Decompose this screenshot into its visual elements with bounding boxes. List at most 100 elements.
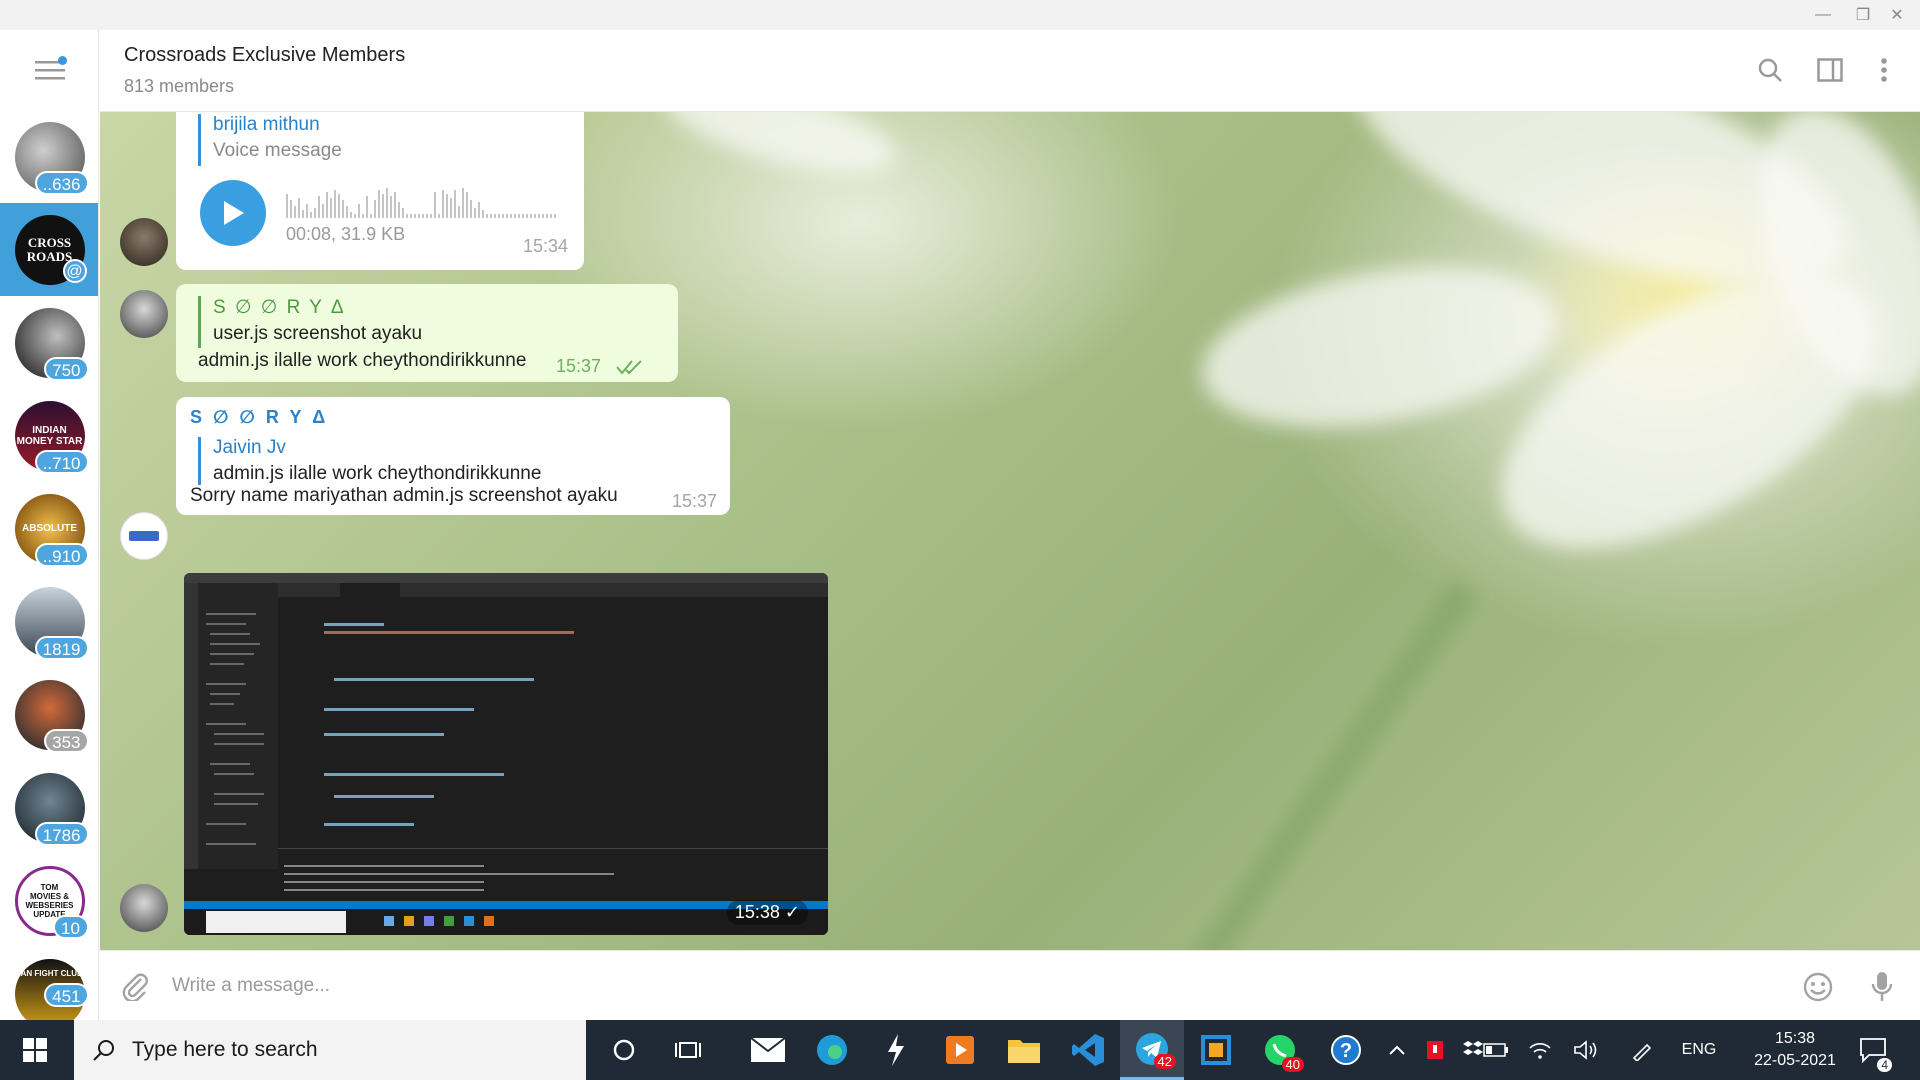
chat-list-item[interactable]: 1819 [0,575,98,668]
reply-sender-name: Jaivin Jv [213,437,286,458]
reply-sender-name: brijila mithun [213,114,320,135]
window-title-bar: — ❐ ✕ [0,0,1920,30]
taskbar-app-whatsapp[interactable]: 40 [1248,1020,1312,1080]
chat-list-item[interactable]: ..636 [0,110,98,203]
avatar: INDIAN MONEY STAR ..710 [14,400,89,474]
reply-preview-text: admin.js ilalle work cheythondirikkunne [213,463,542,484]
attach-button[interactable] [118,969,152,1003]
unread-badge: 10 [52,914,89,939]
taskbar-app-mail[interactable] [736,1020,800,1080]
task-view-button[interactable] [656,1020,720,1080]
chat-list-item[interactable]: INDIAN MONEY STAR ..710 [0,389,98,482]
outgoing-message-bubble[interactable]: S ∅ ∅ R Y Δ user.js screenshot ayaku adm… [176,284,678,382]
unread-badge: ..710 [34,449,89,474]
chat-list-item[interactable]: FAN FIGHT CLUB 451 [0,947,98,1020]
windows-taskbar: Type here to search 42 40 ? ENG 15:38 22… [0,1020,1920,1080]
reply-preview-text: user.js screenshot ayaku [213,323,423,344]
taskbar-app-file-explorer[interactable] [992,1020,1056,1080]
cortana-button[interactable] [592,1020,656,1080]
photo-message[interactable]: 15:38 ✓ [184,573,828,935]
edge-icon [817,1035,847,1065]
taskbar-app-vscode[interactable] [1056,1020,1120,1080]
sidebar-panel-icon [1817,58,1843,82]
reply-sender-name: S ∅ ∅ R Y Δ [213,297,346,318]
reply-quote[interactable]: S ∅ ∅ R Y Δ user.js screenshot ayaku [198,296,422,348]
unread-badge: 1786 [34,821,89,846]
reply-preview-text: Voice message [213,140,342,161]
svg-text:?: ? [1340,1040,1352,1062]
tray-wifi[interactable] [1522,1020,1558,1080]
tray-antivirus[interactable] [1420,1020,1450,1080]
input-language[interactable]: ENG [1676,1020,1722,1080]
clock-time: 15:38 [1774,1030,1816,1047]
reply-quote[interactable]: brijila mithun Voice message [198,114,342,166]
taskbar-app-edge[interactable] [800,1020,864,1080]
taskbar-app-zap[interactable] [864,1020,928,1080]
tray-pen[interactable] [1624,1020,1660,1080]
microphone-icon [1871,972,1893,1001]
taskbar-app-virtualbox[interactable] [1184,1020,1248,1080]
unread-badge: 353 [44,728,89,753]
own-avatar[interactable] [120,290,168,338]
main-menu-button[interactable] [0,30,98,110]
vscode-icon [1072,1034,1104,1066]
member-count: 813 members [124,76,235,96]
sender-name[interactable]: S ∅ ∅ R Y Δ [190,407,328,428]
voice-message-bubble[interactable]: brijila mithun Voice message 00:08, 31.9… [176,112,584,270]
close-button[interactable]: ✕ [1874,0,1920,30]
shield-alert-icon [1427,1041,1443,1059]
message-input[interactable] [172,971,1672,1001]
mention-badge: @ [62,258,87,283]
search-placeholder: Type here to search [132,1038,318,1061]
chat-list-item[interactable]: 353 [0,668,98,761]
tray-battery[interactable] [1478,1020,1514,1080]
search-button[interactable] [1752,52,1788,88]
chat-messages-area[interactable]: brijila mithun Voice message 00:08, 31.9… [100,112,1920,950]
more-vertical-icon [1881,58,1887,82]
start-button[interactable] [0,1020,70,1080]
action-center-button[interactable]: 4 [1850,1020,1896,1080]
unread-dot [58,56,67,65]
show-hidden-icons-button[interactable] [1382,1020,1412,1080]
task-view-icon [675,1042,701,1058]
sent-check-icon: ✓ [784,902,800,922]
message-time: 15:34 [522,236,568,256]
system-clock[interactable]: 15:38 22-05-2021 [1740,1028,1850,1072]
more-options-button[interactable] [1866,52,1902,88]
voice-record-button[interactable] [1864,969,1900,1005]
reply-quote[interactable]: Jaivin Jv admin.js ilalle work cheythond… [198,437,541,485]
chevron-up-icon [1389,1045,1405,1055]
tray-volume[interactable] [1568,1020,1604,1080]
chat-list-item-active[interactable]: CROSS ROADS @ [0,203,98,296]
chat-list-item[interactable]: 1786 [0,761,98,854]
emoji-button[interactable] [1800,969,1836,1005]
chat-list-item[interactable]: 750 [0,296,98,389]
play-button[interactable] [200,180,266,246]
windows-logo-icon [23,1038,47,1062]
chat-list-item[interactable]: TOM MOVIES & WEBSERIES UPDATE 10 [0,854,98,947]
taskbar-app-media-player[interactable] [928,1020,992,1080]
avatar: 1786 [14,772,89,846]
play-icon [946,1036,974,1064]
avatar: ABSOLUTE ..910 [14,493,89,567]
cortana-circle-icon [613,1039,635,1061]
wifi-icon [1529,1043,1551,1059]
taskbar-app-telegram[interactable]: 42 [1120,1020,1184,1080]
chat-title[interactable]: Crossroads Exclusive Members [124,44,405,67]
sender-avatar[interactable] [120,512,168,560]
taskbar-app-help[interactable]: ? [1314,1020,1378,1080]
waveform [286,188,556,218]
sender-avatar[interactable] [120,218,168,266]
read-checkmarks-icon [616,360,642,375]
own-avatar[interactable] [120,884,168,932]
taskbar-search-box[interactable]: Type here to search [74,1020,586,1080]
avatar: CROSS ROADS @ [14,214,87,285]
chat-list-item[interactable]: ABSOLUTE ..910 [0,482,98,575]
chat-header[interactable]: Crossroads Exclusive Members 813 members [100,30,1920,112]
search-icon [93,1040,114,1061]
incoming-message-bubble[interactable]: S ∅ ∅ R Y Δ Jaivin Jv admin.js ilalle wo… [176,397,730,515]
voice-duration-size: 00:08, 31.9 KB [286,224,406,244]
avatar: FAN FIGHT CLUB 451 [14,958,89,1020]
toggle-sidebar-button[interactable] [1812,52,1848,88]
message-text: admin.js ilalle work cheythondirikkunne [198,350,527,371]
